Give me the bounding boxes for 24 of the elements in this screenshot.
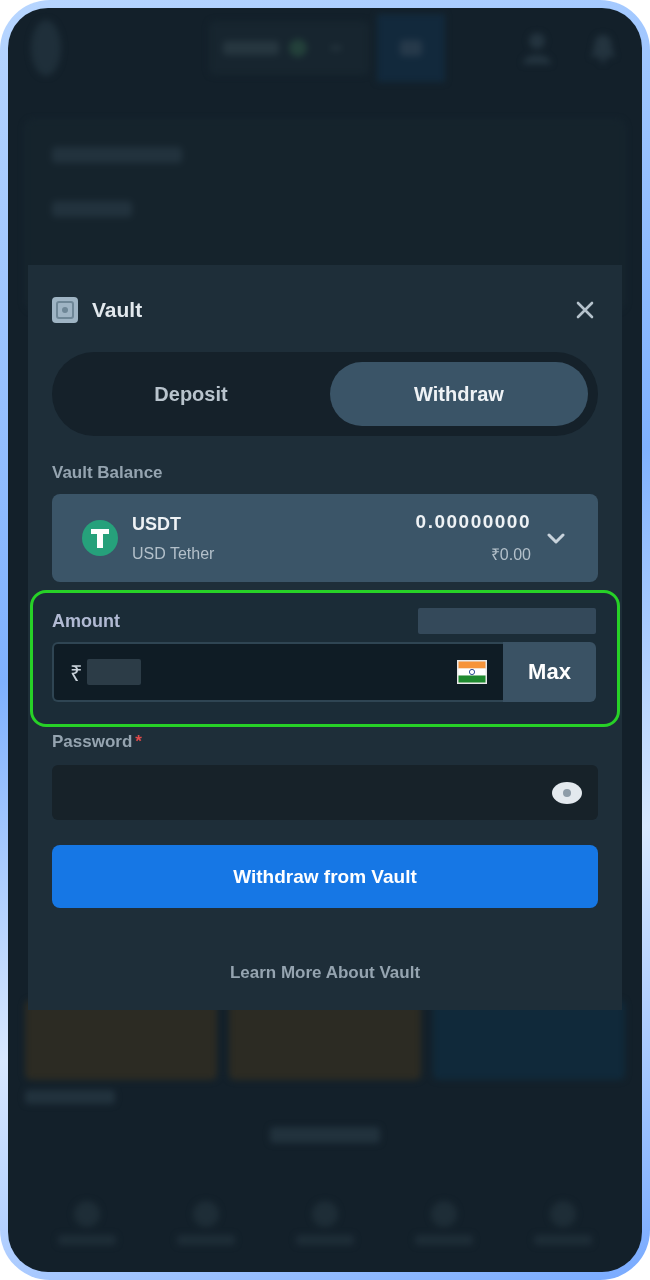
- coin-icon: [82, 520, 118, 556]
- withdraw-button[interactable]: Withdraw from Vault: [52, 845, 598, 908]
- learn-more-link[interactable]: Learn More About Vault: [229, 963, 421, 983]
- tab[interactable]: Deposit: [62, 362, 320, 426]
- field-label: Password *: [52, 732, 142, 752]
- password-field[interactable]: [52, 765, 598, 820]
- tab[interactable]: Withdraw: [330, 362, 588, 426]
- modal-title: Vault: [92, 298, 143, 322]
- currency-symbol: ₹: [70, 660, 83, 687]
- fiat-amount: ₹0.00: [490, 545, 531, 565]
- amount-field[interactable]: ₹: [52, 642, 503, 702]
- safe-icon: [52, 297, 78, 323]
- currency-name: USD Tether: [132, 544, 215, 563]
- close-icon[interactable]: [576, 301, 594, 319]
- max-button[interactable]: Max: [503, 642, 596, 702]
- field-label: Amount: [52, 610, 120, 632]
- chevron-down-icon: [547, 532, 565, 544]
- eye-icon[interactable]: [552, 781, 582, 804]
- balance-amount: 0.00000000: [415, 511, 531, 533]
- currency-select[interactable]: USDT USD Tether 0.00000000 ₹0.00: [52, 494, 598, 582]
- wallet-button-drawing: [377, 14, 445, 82]
- flag-icon: [457, 660, 487, 684]
- currency-code: USDT: [132, 513, 181, 535]
- field-label: Vault Balance: [52, 463, 163, 483]
